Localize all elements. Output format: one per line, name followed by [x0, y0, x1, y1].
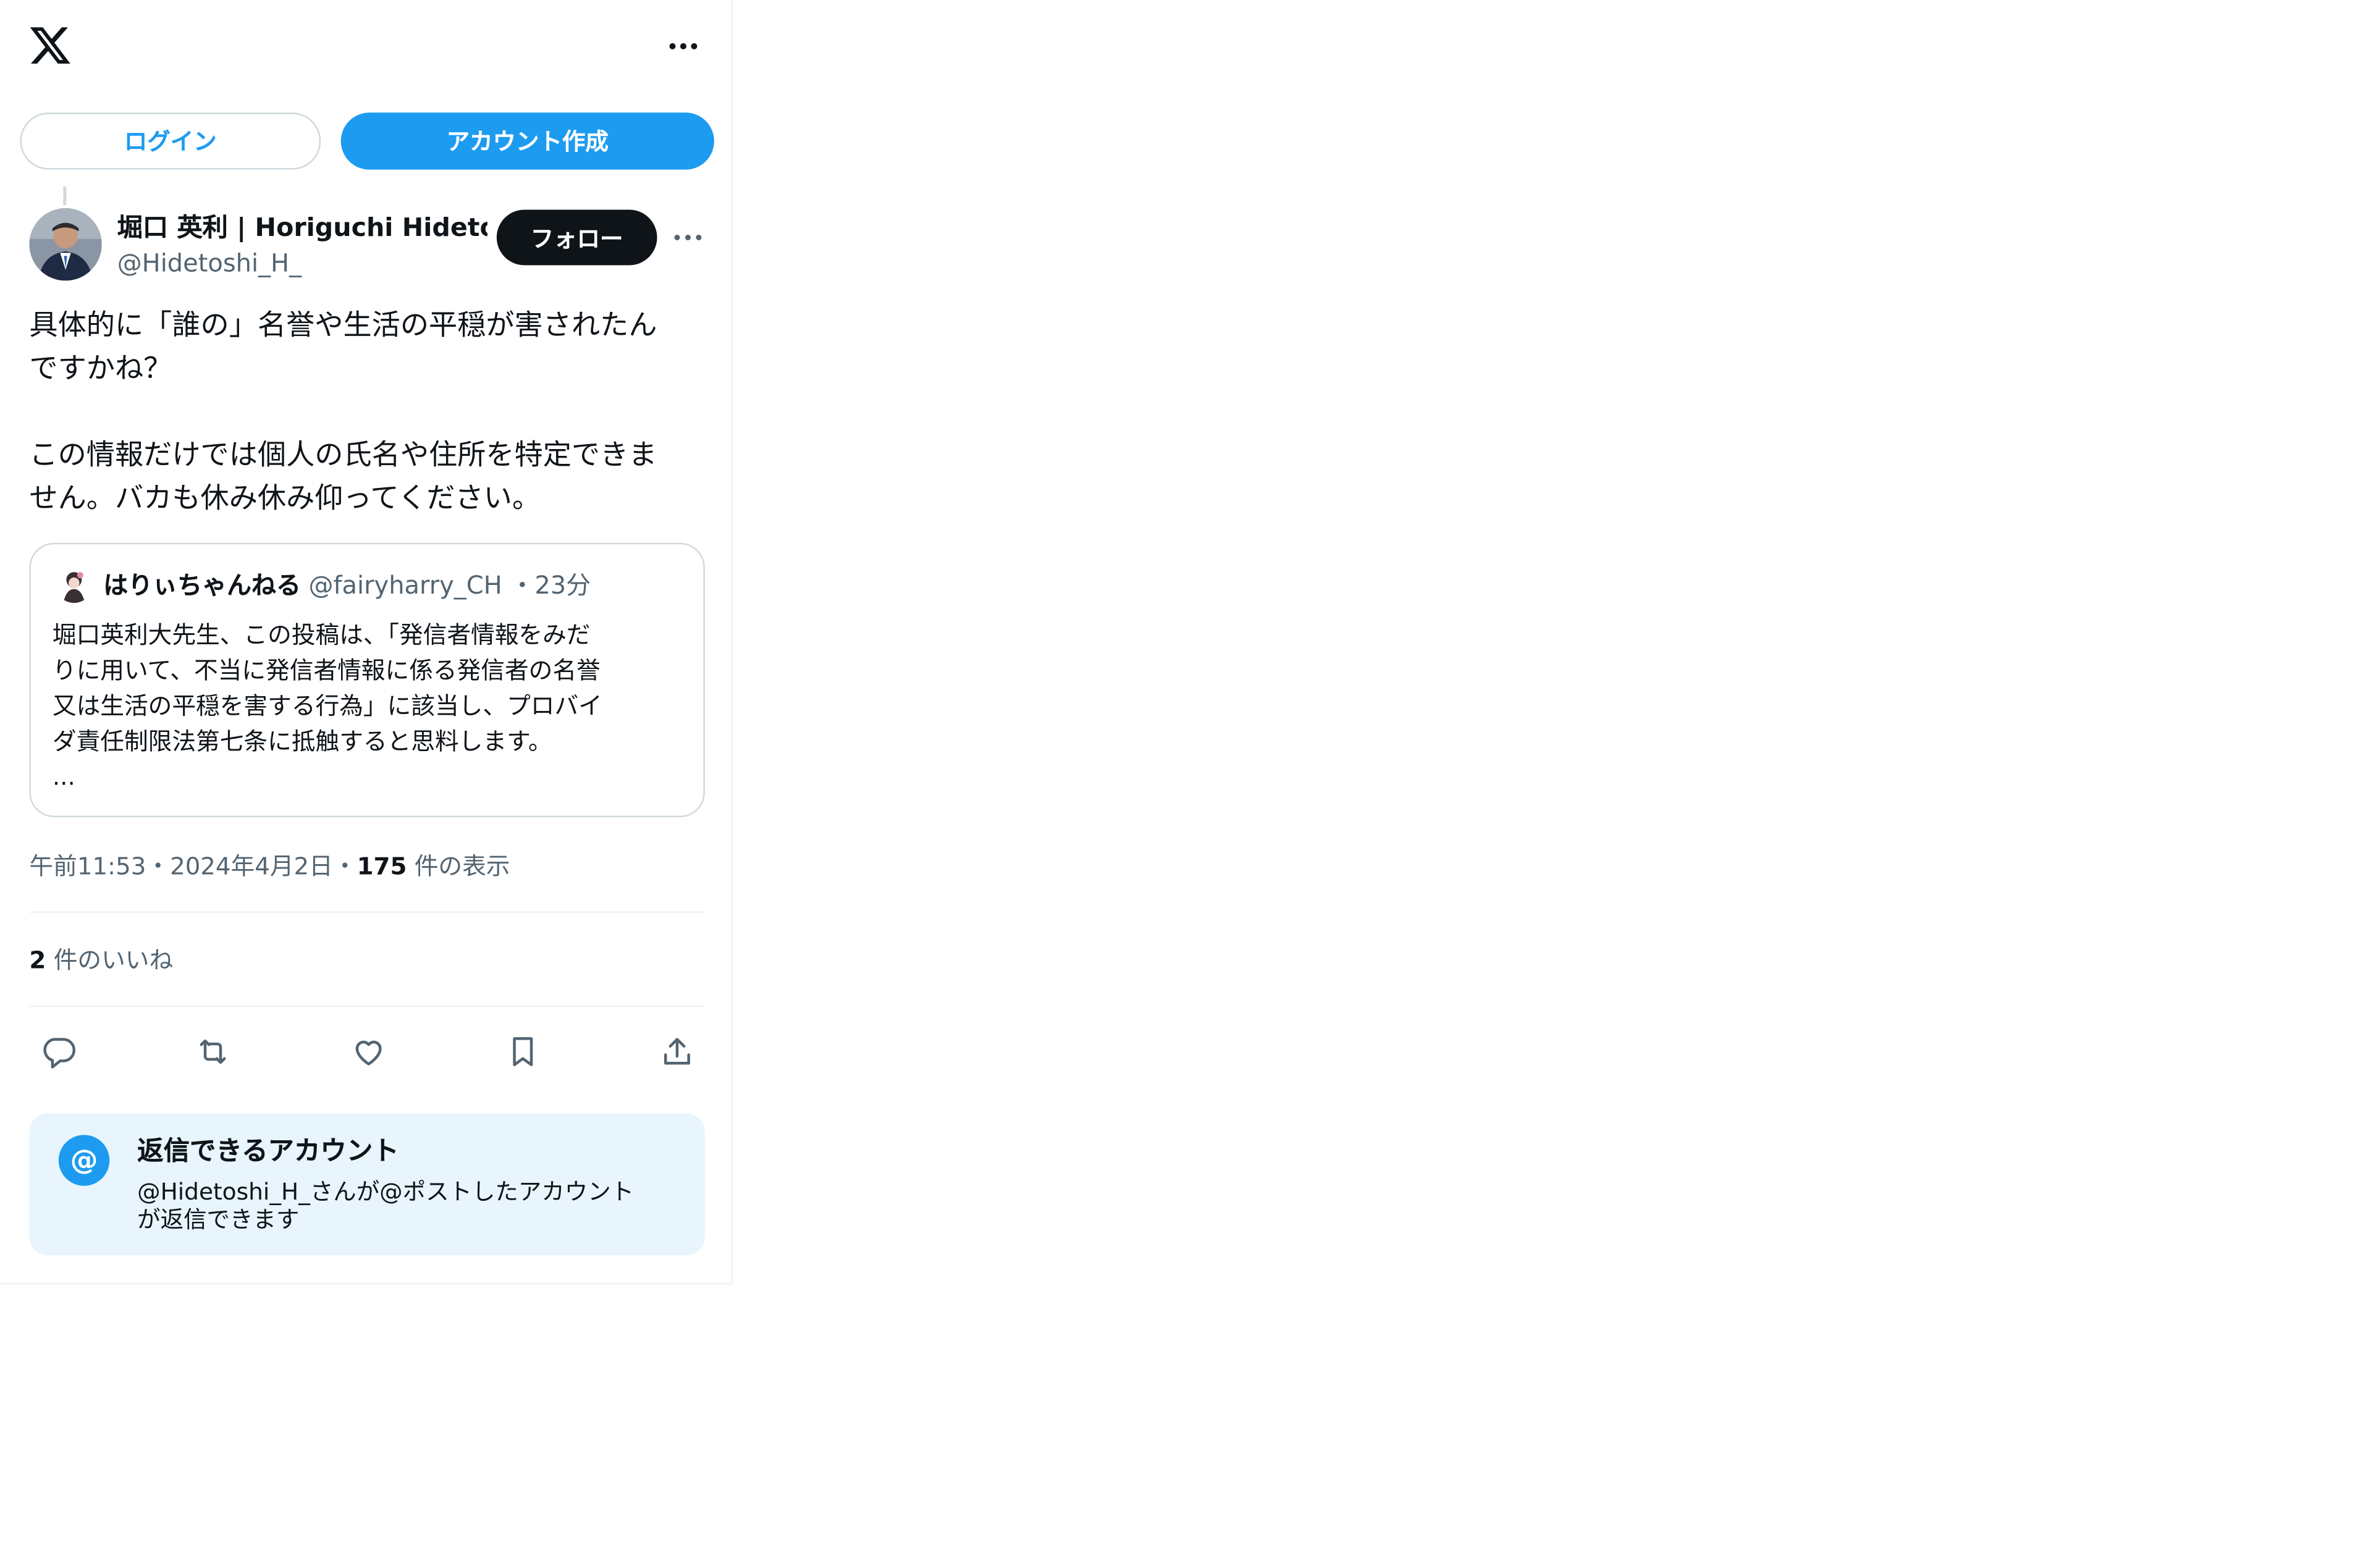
heart-icon[interactable]: [347, 1030, 390, 1074]
likes-count: 2: [29, 946, 46, 975]
more-options-icon[interactable]: [671, 225, 705, 250]
tweet-text: 具体的に「誰の」名誉や生活の平穏が害されたん ですかね？ この情報だけでは個人の…: [29, 309, 657, 515]
likes-count-link[interactable]: 2 件のいいね: [29, 942, 173, 979]
login-button[interactable]: ログイン: [20, 112, 321, 170]
quote-separator: ・: [510, 570, 535, 600]
quote-text: 堀口英利大先生、この投稿は、「発信者情報をみだ りに用いて、不当に発信者情報に係…: [52, 621, 602, 791]
views-count: 175: [357, 852, 407, 881]
reply-restriction-description: @Hidetoshi_H_さんが@ポストしたアカウント が返信できます: [137, 1178, 635, 1234]
quote-timestamp: 23分: [534, 570, 591, 600]
bookmark-icon[interactable]: [501, 1030, 544, 1074]
quote-header: はりぃちゃんねる @fairyharry_CH ・23分: [103, 566, 591, 606]
follow-button[interactable]: フォロー: [496, 209, 657, 266]
reply-restriction-title: 返信できるアカウント: [137, 1136, 399, 1167]
quoted-tweet-card[interactable]: はりぃちゃんねる @fairyharry_CH ・23分 堀口英利大先生、この投…: [29, 542, 705, 818]
divider: [29, 1005, 705, 1007]
at-sign-icon: @: [58, 1135, 110, 1186]
divider: [29, 911, 705, 913]
reply-restriction-panel: @ 返信できるアカウント @Hidetoshi_H_さんが@ポストしたアカウント…: [29, 1113, 705, 1256]
share-icon[interactable]: [656, 1030, 699, 1074]
quote-author-handle: @fairyharry_CH: [308, 570, 502, 600]
quote-avatar: [55, 566, 93, 603]
x-logo-icon[interactable]: [28, 23, 72, 67]
more-horizontal-icon[interactable]: [665, 34, 702, 59]
quote-author-name: はりぃちゃんねる: [103, 570, 301, 600]
signup-button[interactable]: アカウント作成: [340, 112, 714, 170]
tweet-meta: 午前11:53・2024年4月2日・175 件の表示: [29, 848, 510, 885]
tweet-time[interactable]: 午前11:53: [29, 853, 146, 881]
likes-label: 件のいいね: [53, 946, 174, 975]
views-label: 件の表示: [414, 852, 510, 881]
meta-separator: ・: [332, 852, 357, 881]
thread-line: [63, 187, 67, 206]
reply-icon[interactable]: [37, 1030, 80, 1074]
retweet-icon[interactable]: [192, 1030, 235, 1074]
meta-separator: ・: [146, 852, 171, 881]
tweet-column: ログイン アカウント作成 堀口 英利 | Horiguchi Hidetos @…: [0, 0, 733, 1285]
tweet-date[interactable]: 2024年4月2日: [170, 853, 333, 881]
author-name[interactable]: 堀口 英利 | Horiguchi Hidetos: [117, 210, 487, 247]
author-handle[interactable]: @Hidetoshi_H_: [117, 246, 302, 280]
avatar[interactable]: [29, 208, 102, 281]
